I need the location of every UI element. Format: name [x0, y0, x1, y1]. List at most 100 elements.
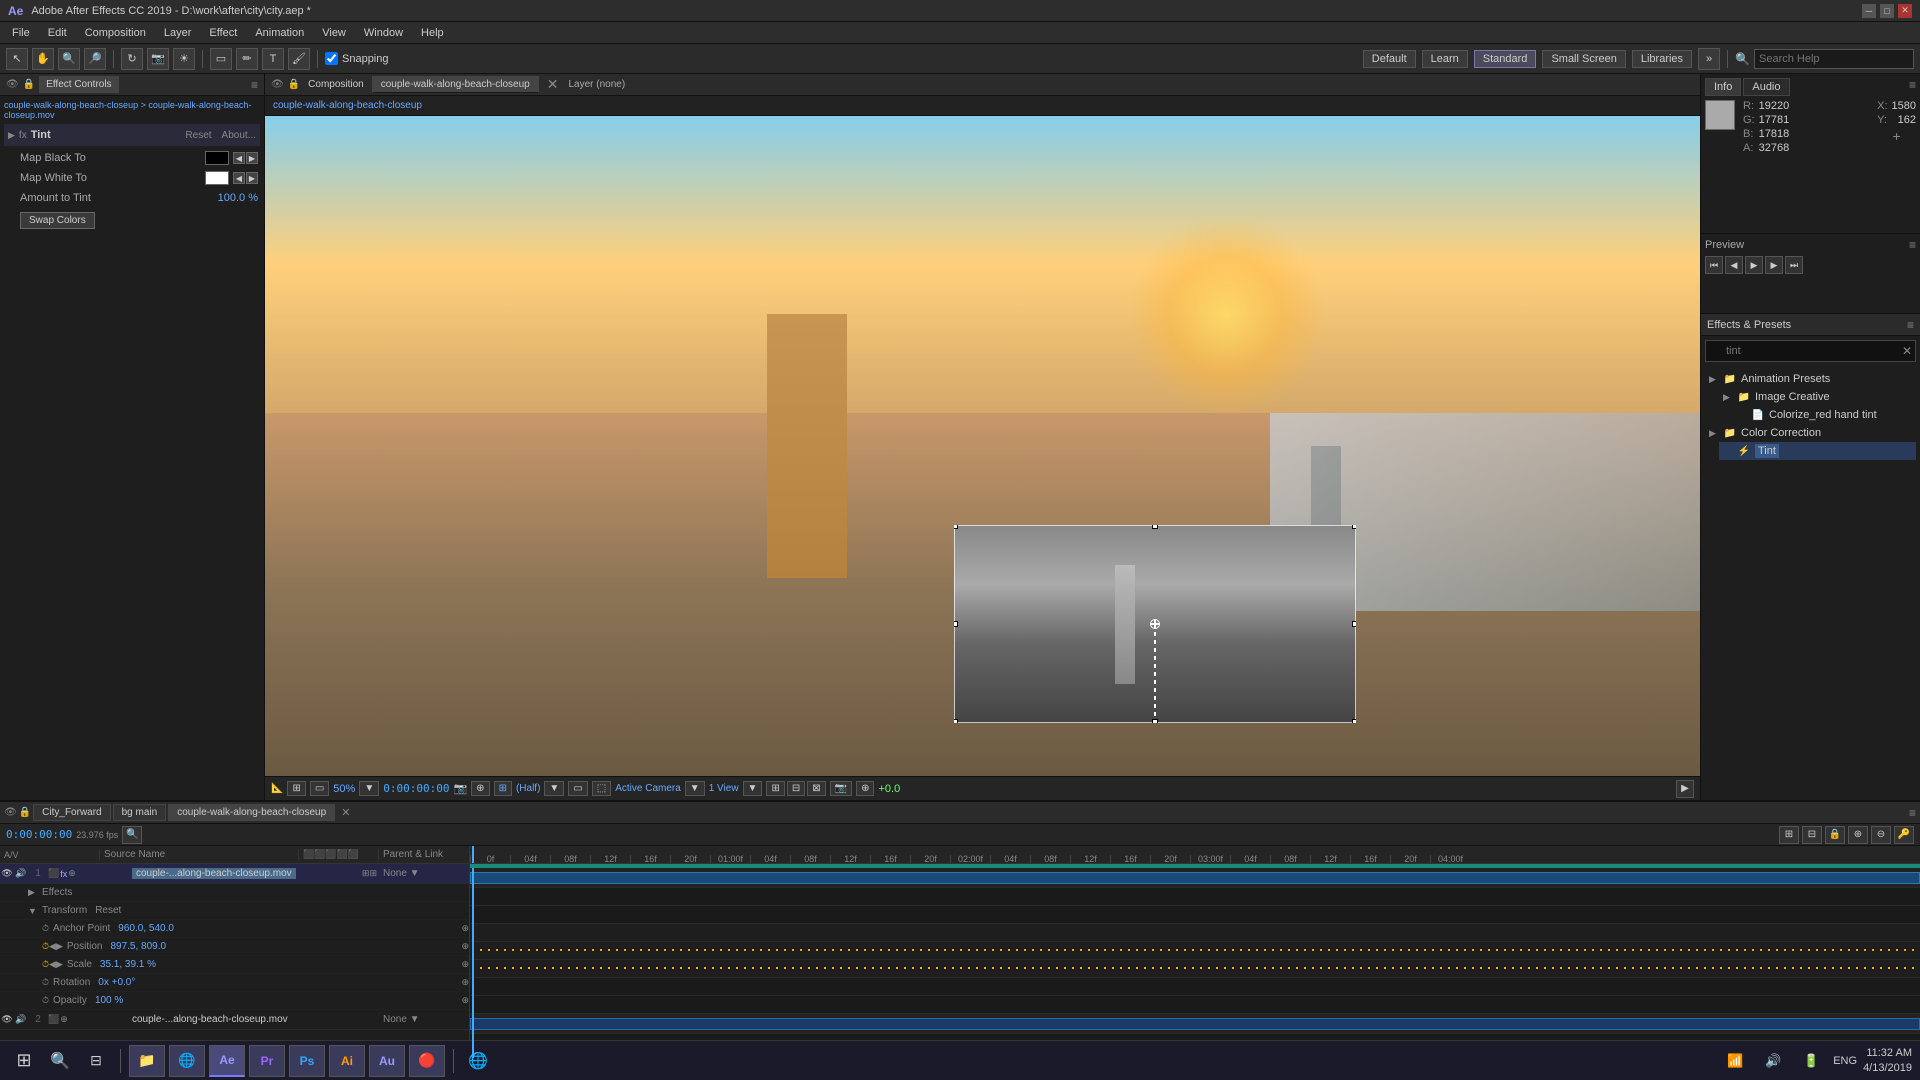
resolution-dropdown[interactable]: ▼ — [544, 781, 564, 796]
camera-tool-btn[interactable]: 📷 — [147, 48, 169, 70]
view-opt-2[interactable]: ⊟ — [787, 781, 805, 796]
menu-view[interactable]: View — [314, 25, 354, 41]
preview-play-btn[interactable]: ▶ — [1745, 256, 1763, 274]
arrow-up-black[interactable]: ◀ — [233, 152, 245, 164]
layer-1-vis[interactable]: 👁 — [0, 867, 14, 881]
handle-mr[interactable] — [1352, 621, 1356, 627]
timeline-ruler[interactable]: 0f 04f 08f 12f 16f 20f 01:00f 04f 08f 12… — [470, 846, 1920, 864]
timeline-tab-close[interactable]: ✕ — [341, 806, 350, 819]
about-btn[interactable]: About... — [222, 130, 256, 141]
text-tool-btn[interactable]: T — [262, 48, 284, 70]
close-btn-title[interactable]: ✕ — [1898, 4, 1912, 18]
opacity-stopwatch[interactable]: ⏱ — [42, 995, 49, 1006]
layer-1-mode[interactable]: ⊞⊞ — [360, 868, 379, 879]
taskbar-lang[interactable]: ENG — [1833, 1055, 1857, 1067]
layer-1-parent[interactable]: None ▼ — [379, 868, 469, 879]
workspace-more-btn[interactable]: » — [1698, 48, 1720, 70]
opacity-value[interactable]: 100 % — [95, 995, 123, 1006]
workspace-standard[interactable]: Standard — [1474, 50, 1537, 68]
swap-colors-btn[interactable]: Swap Colors — [20, 212, 95, 229]
hand-tool-btn[interactable]: ✋ — [32, 48, 54, 70]
pos-nav-next[interactable]: ▶ — [56, 941, 63, 952]
handle-ml[interactable] — [954, 621, 958, 627]
position-value[interactable]: 897.5, 809.0 — [110, 941, 166, 952]
viewer-grid-btn[interactable]: ⊞ — [287, 781, 305, 796]
resolution-select[interactable]: (Half) — [516, 783, 540, 794]
tl-opt-2[interactable]: ⊟ — [1802, 826, 1822, 844]
layer-1-track-bar[interactable] — [470, 872, 1920, 884]
view-opt-display[interactable]: ⊕ — [856, 781, 874, 796]
layer-2-track-bar[interactable] — [470, 1018, 1920, 1030]
arrow-down-white[interactable]: ▶ — [246, 172, 258, 184]
layer-2-row[interactable]: 👁 🔊 2 ⬛ ⊕ couple-...along-beach-closeup.… — [0, 1010, 469, 1030]
amount-tint-value[interactable]: 100.0 % — [218, 192, 258, 204]
view-select[interactable]: 1 View — [709, 783, 739, 794]
map-black-swatch[interactable] — [205, 151, 229, 165]
preview-toggle-right[interactable]: ▶ — [1676, 780, 1694, 798]
anchor-value[interactable]: 960.0, 540.0 — [118, 923, 174, 934]
map-white-swatch[interactable] — [205, 171, 229, 185]
selected-layer-box[interactable] — [954, 525, 1356, 723]
layer-1-transform-row[interactable]: ▼ Transform Reset — [0, 902, 469, 920]
taskbar-battery[interactable]: 🔋 — [1795, 1045, 1827, 1077]
info-tab[interactable]: Info — [1705, 78, 1741, 96]
maximize-btn[interactable]: □ — [1880, 4, 1894, 18]
scale-row[interactable]: ⏱ ◀ ▶ Scale 35.1, 39.1 % ⊕ — [0, 956, 469, 974]
exposure-btn[interactable]: ⊕ — [471, 781, 489, 796]
scale-value[interactable]: 35.1, 39.1 % — [100, 959, 156, 970]
comp-layer-tab[interactable]: Layer (none) — [562, 78, 631, 91]
color-correction-item[interactable]: ▶ 📁 Color Correction — [1705, 424, 1916, 442]
region-btn[interactable]: ▭ — [568, 781, 587, 796]
arrow-down-black[interactable]: ▶ — [246, 152, 258, 164]
layer-2-audio[interactable]: 🔊 — [14, 1013, 28, 1027]
preview-last-btn[interactable]: ⏭ — [1785, 256, 1803, 274]
zoom-dropdown-btn[interactable]: ▼ — [359, 781, 379, 796]
menu-layer[interactable]: Layer — [156, 25, 200, 41]
rotation-value[interactable]: 0x +0.0° — [98, 977, 135, 988]
menu-effect[interactable]: Effect — [201, 25, 245, 41]
view-opt-1[interactable]: ⊞ — [766, 781, 784, 796]
pos-nav-prev[interactable]: ◀ — [49, 941, 56, 952]
rotate-tool-btn[interactable]: ↻ — [121, 48, 143, 70]
taskbar-pr[interactable]: Pr — [249, 1045, 285, 1077]
task-view-btn[interactable]: ⊟ — [80, 1045, 112, 1077]
audio-tab[interactable]: Audio — [1743, 78, 1789, 96]
start-btn[interactable]: ⊞ — [8, 1045, 40, 1077]
handle-br[interactable] — [1352, 719, 1356, 723]
pen-tool-btn[interactable]: ✏ — [236, 48, 258, 70]
viewer-safe-btn[interactable]: ▭ — [310, 781, 329, 796]
layer-2-parent[interactable]: None ▼ — [379, 1014, 469, 1025]
image-creative-item[interactable]: ▶ 📁 Image Creative — [1719, 388, 1916, 406]
opacity-row[interactable]: ⏱ Opacity 100 % ⊕ — [0, 992, 469, 1010]
rect-tool-btn[interactable]: ▭ — [210, 48, 232, 70]
camera-dropdown[interactable]: ▼ — [685, 781, 705, 796]
tint-vis-checkbox[interactable]: fx — [19, 130, 27, 141]
taskbar-extra[interactable]: 🔴 — [409, 1045, 445, 1077]
comp-main-tab[interactable]: couple-walk-along-beach-closeup — [372, 76, 539, 93]
rot-stopwatch[interactable]: ⏱ — [42, 977, 49, 988]
layer-1-row[interactable]: 👁 🔊 1 ⬛ fx ⊕ couple-...along-beach-close… — [0, 864, 469, 884]
handle-tm[interactable] — [1152, 525, 1158, 529]
search-help-input[interactable] — [1754, 49, 1914, 69]
taskbar-network[interactable]: 📶 — [1719, 1045, 1751, 1077]
timeline-menu-btn[interactable]: ≡ — [1909, 806, 1916, 820]
panel-tab-effect[interactable]: Effect Controls — [39, 76, 118, 93]
preview-next-btn[interactable]: ▶ — [1765, 256, 1783, 274]
tint-toggle-icon[interactable]: ▶ — [8, 130, 15, 141]
layer-2-vis[interactable]: 👁 — [0, 1013, 14, 1027]
camera-select[interactable]: Active Camera — [615, 783, 681, 794]
minimize-btn[interactable]: ─ — [1862, 4, 1876, 18]
taskbar-chrome[interactable]: 🌐 — [462, 1045, 494, 1077]
colorize-red-item[interactable]: ▶ 📄 Colorize_red hand tint — [1733, 406, 1916, 424]
effects-search-close[interactable]: ✕ — [1902, 344, 1912, 358]
tl-opt-4[interactable]: ⊕ — [1848, 826, 1868, 844]
taskbar-ai[interactable]: Ai — [329, 1045, 365, 1077]
handle-bl[interactable] — [954, 719, 958, 723]
taskbar-sound[interactable]: 🔊 — [1757, 1045, 1789, 1077]
preview-first-btn[interactable]: ⏮ — [1705, 256, 1723, 274]
taskbar-file-explorer[interactable]: 📁 — [129, 1045, 165, 1077]
snapping-checkbox[interactable]: Snapping — [325, 52, 389, 65]
arrow-up-white[interactable]: ◀ — [233, 172, 245, 184]
workspace-small-screen[interactable]: Small Screen — [1542, 50, 1625, 68]
zoom-value[interactable]: 50% — [333, 783, 355, 795]
